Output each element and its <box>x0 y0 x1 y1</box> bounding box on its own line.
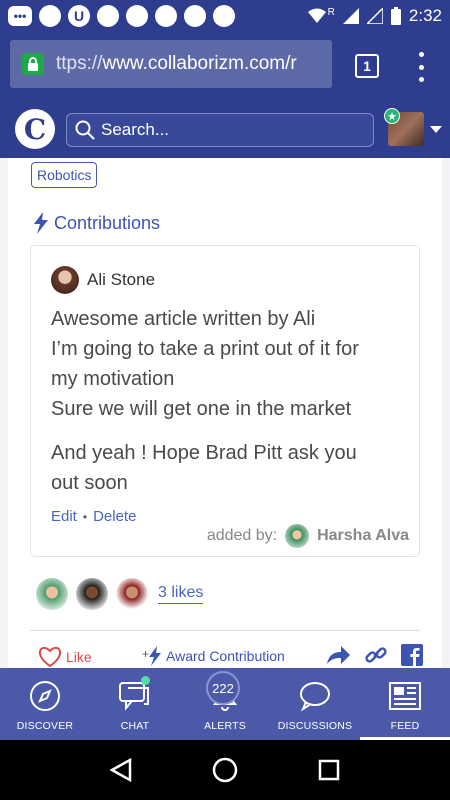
status-bar: ••• U R 2:32 <box>0 0 450 32</box>
contribution-actions: Edit • Delete <box>51 508 136 525</box>
nav-label: DISCUSSIONS <box>277 720 353 732</box>
recents-icon[interactable] <box>318 759 340 781</box>
contribution-line: And yeah ! Hope Brad Pitt ask you <box>51 442 357 464</box>
nav-alerts[interactable]: 222 ALERTS <box>180 668 270 740</box>
facebook-icon[interactable] <box>401 644 423 666</box>
added-by: added by: Harsha Alva <box>207 524 409 548</box>
clock: 2:32 <box>408 6 442 25</box>
notification-icons: ••• U <box>8 5 235 27</box>
browser-toolbar: ttps://www.collaborizm.com/r 1 <box>0 32 450 100</box>
nav-feed[interactable]: FEED <box>360 668 450 740</box>
app-header: C ★ <box>0 100 450 158</box>
circle-icon <box>39 5 61 27</box>
battery-icon <box>390 7 401 25</box>
likes-row: 3 likes <box>36 578 204 610</box>
contributions-header: Contributions <box>34 212 160 234</box>
award-label: Award Contribution <box>166 648 285 664</box>
award-contribution-button[interactable]: + Award Contribution <box>142 646 285 666</box>
svg-text:+: + <box>142 647 149 661</box>
circle-icon <box>213 5 235 27</box>
contribution-line: my motivation <box>51 368 175 390</box>
tag-robotics[interactable]: Robotics <box>31 162 98 188</box>
speech-bubble-icon <box>300 682 330 712</box>
post-actions: Like + Award Contribution <box>38 644 423 668</box>
chevron-down-icon[interactable] <box>430 126 442 133</box>
author-name[interactable]: Ali Stone <box>87 270 155 290</box>
signal-roaming-label: R <box>327 6 335 18</box>
added-by-name[interactable]: Harsha Alva <box>317 527 409 545</box>
lightning-icon <box>34 212 48 234</box>
nav-label: ALERTS <box>204 720 246 732</box>
message-icon: ••• <box>8 6 32 26</box>
heart-icon <box>38 646 62 668</box>
collaborizm-logo[interactable]: C <box>15 109 55 149</box>
back-icon[interactable] <box>110 758 132 782</box>
nav-label: DISCOVER <box>16 720 74 732</box>
star-badge-icon: ★ <box>384 108 400 124</box>
circle-icon <box>155 5 177 27</box>
tab-switcher-button[interactable]: 1 <box>355 54 379 78</box>
lock-icon <box>22 53 44 75</box>
circle-icon <box>97 5 119 27</box>
post-card: Robotics Contributions Ali Stone Awesome… <box>8 158 442 668</box>
profile-menu[interactable]: ★ <box>384 108 442 146</box>
contribution-body: Awesome article written by Ali I’m going… <box>51 304 411 498</box>
contribution-line: Awesome article written by Ali <box>51 308 316 330</box>
url-prefix: ttps:// <box>56 53 103 74</box>
address-bar[interactable]: ttps://www.collaborizm.com/r <box>10 40 332 88</box>
compass-icon <box>30 681 60 711</box>
bottom-navigation: DISCOVER CHAT 222 ALERTS DISCUSSIONS FEE… <box>0 668 450 740</box>
contribution-line: I’m going to take a print out of it for <box>51 338 359 360</box>
share-icon[interactable] <box>325 644 351 666</box>
edit-link[interactable]: Edit <box>51 508 77 525</box>
avatar[interactable] <box>36 578 68 610</box>
chat-icon <box>119 682 149 711</box>
u-app-icon: U <box>68 5 90 27</box>
added-by-label: added by: <box>206 527 278 544</box>
signal-empty-icon <box>366 8 383 24</box>
post-content: Robotics Contributions Ali Stone Awesome… <box>0 158 450 668</box>
divider <box>30 630 420 631</box>
contribution-line: out soon <box>51 472 128 494</box>
like-label: Like <box>66 649 92 665</box>
online-indicator <box>141 676 150 685</box>
search-icon <box>75 120 95 140</box>
contribution-card: Ali Stone Awesome article written by Ali… <box>30 245 420 557</box>
overflow-menu-icon[interactable] <box>414 52 428 82</box>
likes-count-link[interactable]: 3 likes <box>158 584 204 604</box>
nav-chat[interactable]: CHAT <box>90 668 180 740</box>
separator-dot: • <box>82 509 88 524</box>
url-host: www.collaborizm.com/r <box>102 53 297 74</box>
delete-link[interactable]: Delete <box>93 508 136 525</box>
avatar[interactable] <box>116 578 148 610</box>
url-text: ttps://www.collaborizm.com/r <box>56 53 297 75</box>
avatar[interactable] <box>51 266 79 294</box>
contributions-title: Contributions <box>54 212 161 233</box>
alerts-badge: 222 <box>206 671 240 705</box>
share-icons <box>325 644 423 666</box>
search-bar[interactable] <box>66 113 374 147</box>
newspaper-icon <box>389 682 421 710</box>
search-input[interactable] <box>101 120 361 140</box>
circle-icon <box>126 5 148 27</box>
avatar[interactable] <box>76 578 108 610</box>
contribution-author[interactable]: Ali Stone <box>51 266 155 294</box>
contribution-line: Sure we will get one in the market <box>51 398 352 420</box>
signal-icon <box>342 8 359 24</box>
nav-label: CHAT <box>120 720 150 732</box>
like-button[interactable]: Like <box>38 646 92 668</box>
home-icon[interactable] <box>212 757 238 783</box>
nav-discussions[interactable]: DISCUSSIONS <box>270 668 360 740</box>
nav-discover[interactable]: DISCOVER <box>0 668 90 740</box>
nav-label: FEED <box>390 720 420 732</box>
avatar[interactable] <box>285 524 310 548</box>
system-navigation-bar <box>0 740 450 800</box>
circle-icon <box>184 5 206 27</box>
wifi-icon <box>307 8 326 23</box>
plus-lightning-icon: + <box>142 646 161 666</box>
link-icon[interactable] <box>365 644 387 666</box>
